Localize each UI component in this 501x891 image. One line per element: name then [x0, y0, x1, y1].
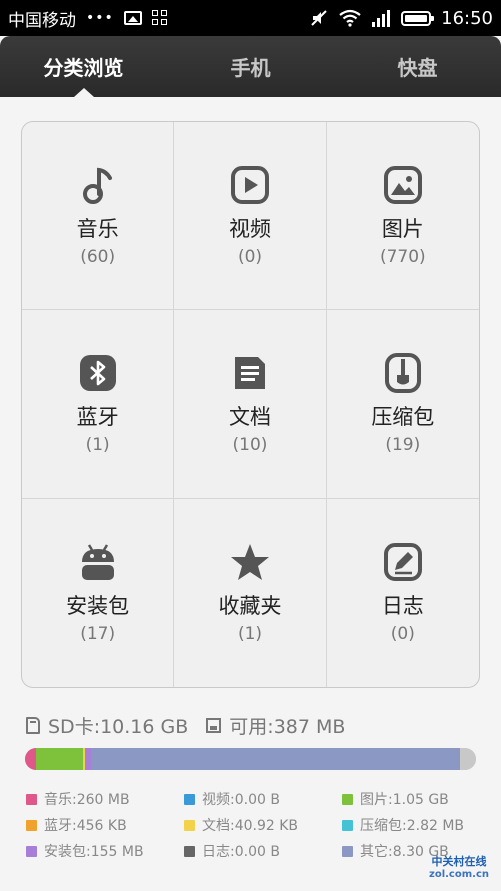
category-apk[interactable]: 安装包 (17) [22, 498, 175, 687]
legend-item: 图片:1.05 GB [342, 790, 486, 808]
tab-phone[interactable]: 手机 [167, 36, 334, 97]
legend-swatch [184, 793, 195, 805]
usage-segment [91, 748, 460, 770]
category-label: 文档 [228, 404, 271, 429]
storage-summary: SD卡:10.16 GB 可用:387 MB [26, 712, 345, 739]
usage-segment [36, 748, 83, 770]
category-label: 日志 [381, 593, 424, 618]
category-count: (770) [379, 246, 426, 267]
category-archives[interactable]: 压缩包 (19) [326, 310, 479, 499]
battery-icon [401, 10, 435, 26]
category-count: (60) [80, 246, 116, 267]
usage-segment [459, 748, 476, 770]
tab-category-browse[interactable]: 分类浏览 [0, 36, 167, 97]
video-play-icon [230, 165, 269, 204]
star-icon [230, 543, 269, 580]
legend-swatch [342, 819, 353, 831]
category-label: 音乐 [76, 216, 119, 241]
category-grid: 音乐 (60) 视频 (0) 图片 (770) 蓝牙 (1) 文档 (10) 压… [21, 121, 480, 688]
storage-free-icon [206, 718, 222, 733]
legend-item: 文档:40.92 KB [184, 816, 342, 834]
grid-notification-icon [151, 10, 168, 26]
legend-swatch [184, 845, 195, 857]
gallery-notification-icon [123, 11, 142, 25]
legend-item: 日志:0.00 B [184, 842, 342, 860]
category-logs[interactable]: 日志 (0) [327, 499, 479, 687]
category-count: (0) [237, 246, 263, 267]
legend-item: 安装包:155 MB [26, 842, 184, 860]
legend-item: 压缩包:2.82 MB [342, 816, 486, 834]
tab-kuaipan[interactable]: 快盘 [334, 36, 501, 97]
legend-item: 音乐:260 MB [26, 790, 184, 808]
category-bluetooth[interactable]: 蓝牙 (1) [22, 310, 175, 499]
legend-swatch [342, 793, 353, 805]
storage-legend: 音乐:260 MB 视频:0.00 B 图片:1.05 GB 蓝牙:456 KB… [26, 790, 486, 860]
usage-segment [84, 748, 92, 770]
category-music[interactable]: 音乐 (60) [22, 122, 175, 311]
category-label: 蓝牙 [76, 404, 119, 429]
usage-segment [25, 748, 37, 770]
carrier-name: 中国移动 [8, 10, 76, 31]
category-label: 图片 [381, 216, 424, 241]
sd-card-total: SD卡:10.16 GB [48, 716, 189, 738]
category-count: (19) [385, 434, 421, 455]
category-label: 压缩包 [371, 404, 435, 429]
category-label: 收藏夹 [218, 593, 282, 618]
archive-icon [384, 352, 421, 393]
legend-swatch [26, 793, 37, 805]
legend-swatch [26, 845, 37, 857]
legend-item: 视频:0.00 B [184, 790, 342, 808]
android-icon [81, 544, 114, 580]
document-icon [234, 356, 265, 389]
music-note-icon [82, 167, 112, 204]
signal-icon [372, 10, 391, 27]
category-label: 安装包 [66, 593, 130, 618]
category-count: (17) [80, 623, 116, 644]
wifi-icon [339, 9, 361, 27]
legend-swatch [184, 819, 195, 831]
legend-item: 蓝牙:456 KB [26, 816, 184, 834]
status-bar: 中国移动 ••• 16:50 [0, 0, 501, 36]
category-favorites[interactable]: 收藏夹 (1) [174, 498, 327, 687]
notification-dots: ••• [86, 10, 114, 26]
category-count: (0) [390, 623, 415, 644]
sd-card-icon [26, 717, 40, 734]
category-video[interactable]: 视频 (0) [174, 122, 327, 311]
legend-swatch [342, 845, 353, 857]
bluetooth-icon [79, 354, 116, 391]
legend-swatch [26, 819, 37, 831]
log-edit-icon [383, 542, 422, 581]
category-pictures[interactable]: 图片 (770) [326, 122, 479, 311]
category-label: 视频 [228, 216, 271, 241]
category-documents[interactable]: 文档 (10) [174, 310, 327, 499]
tab-bar: 分类浏览 手机 快盘 [0, 36, 501, 97]
storage-free: 可用:387 MB [229, 716, 346, 738]
clock: 16:50 [441, 7, 493, 29]
zol-watermark: 中关村在线 zol.com.cn [429, 855, 489, 880]
image-icon [383, 165, 422, 204]
mute-vibrate-icon [311, 10, 327, 26]
category-count: (1) [85, 434, 110, 455]
storage-usage-bar [25, 748, 476, 770]
category-count: (1) [237, 623, 263, 644]
category-count: (10) [232, 434, 268, 455]
